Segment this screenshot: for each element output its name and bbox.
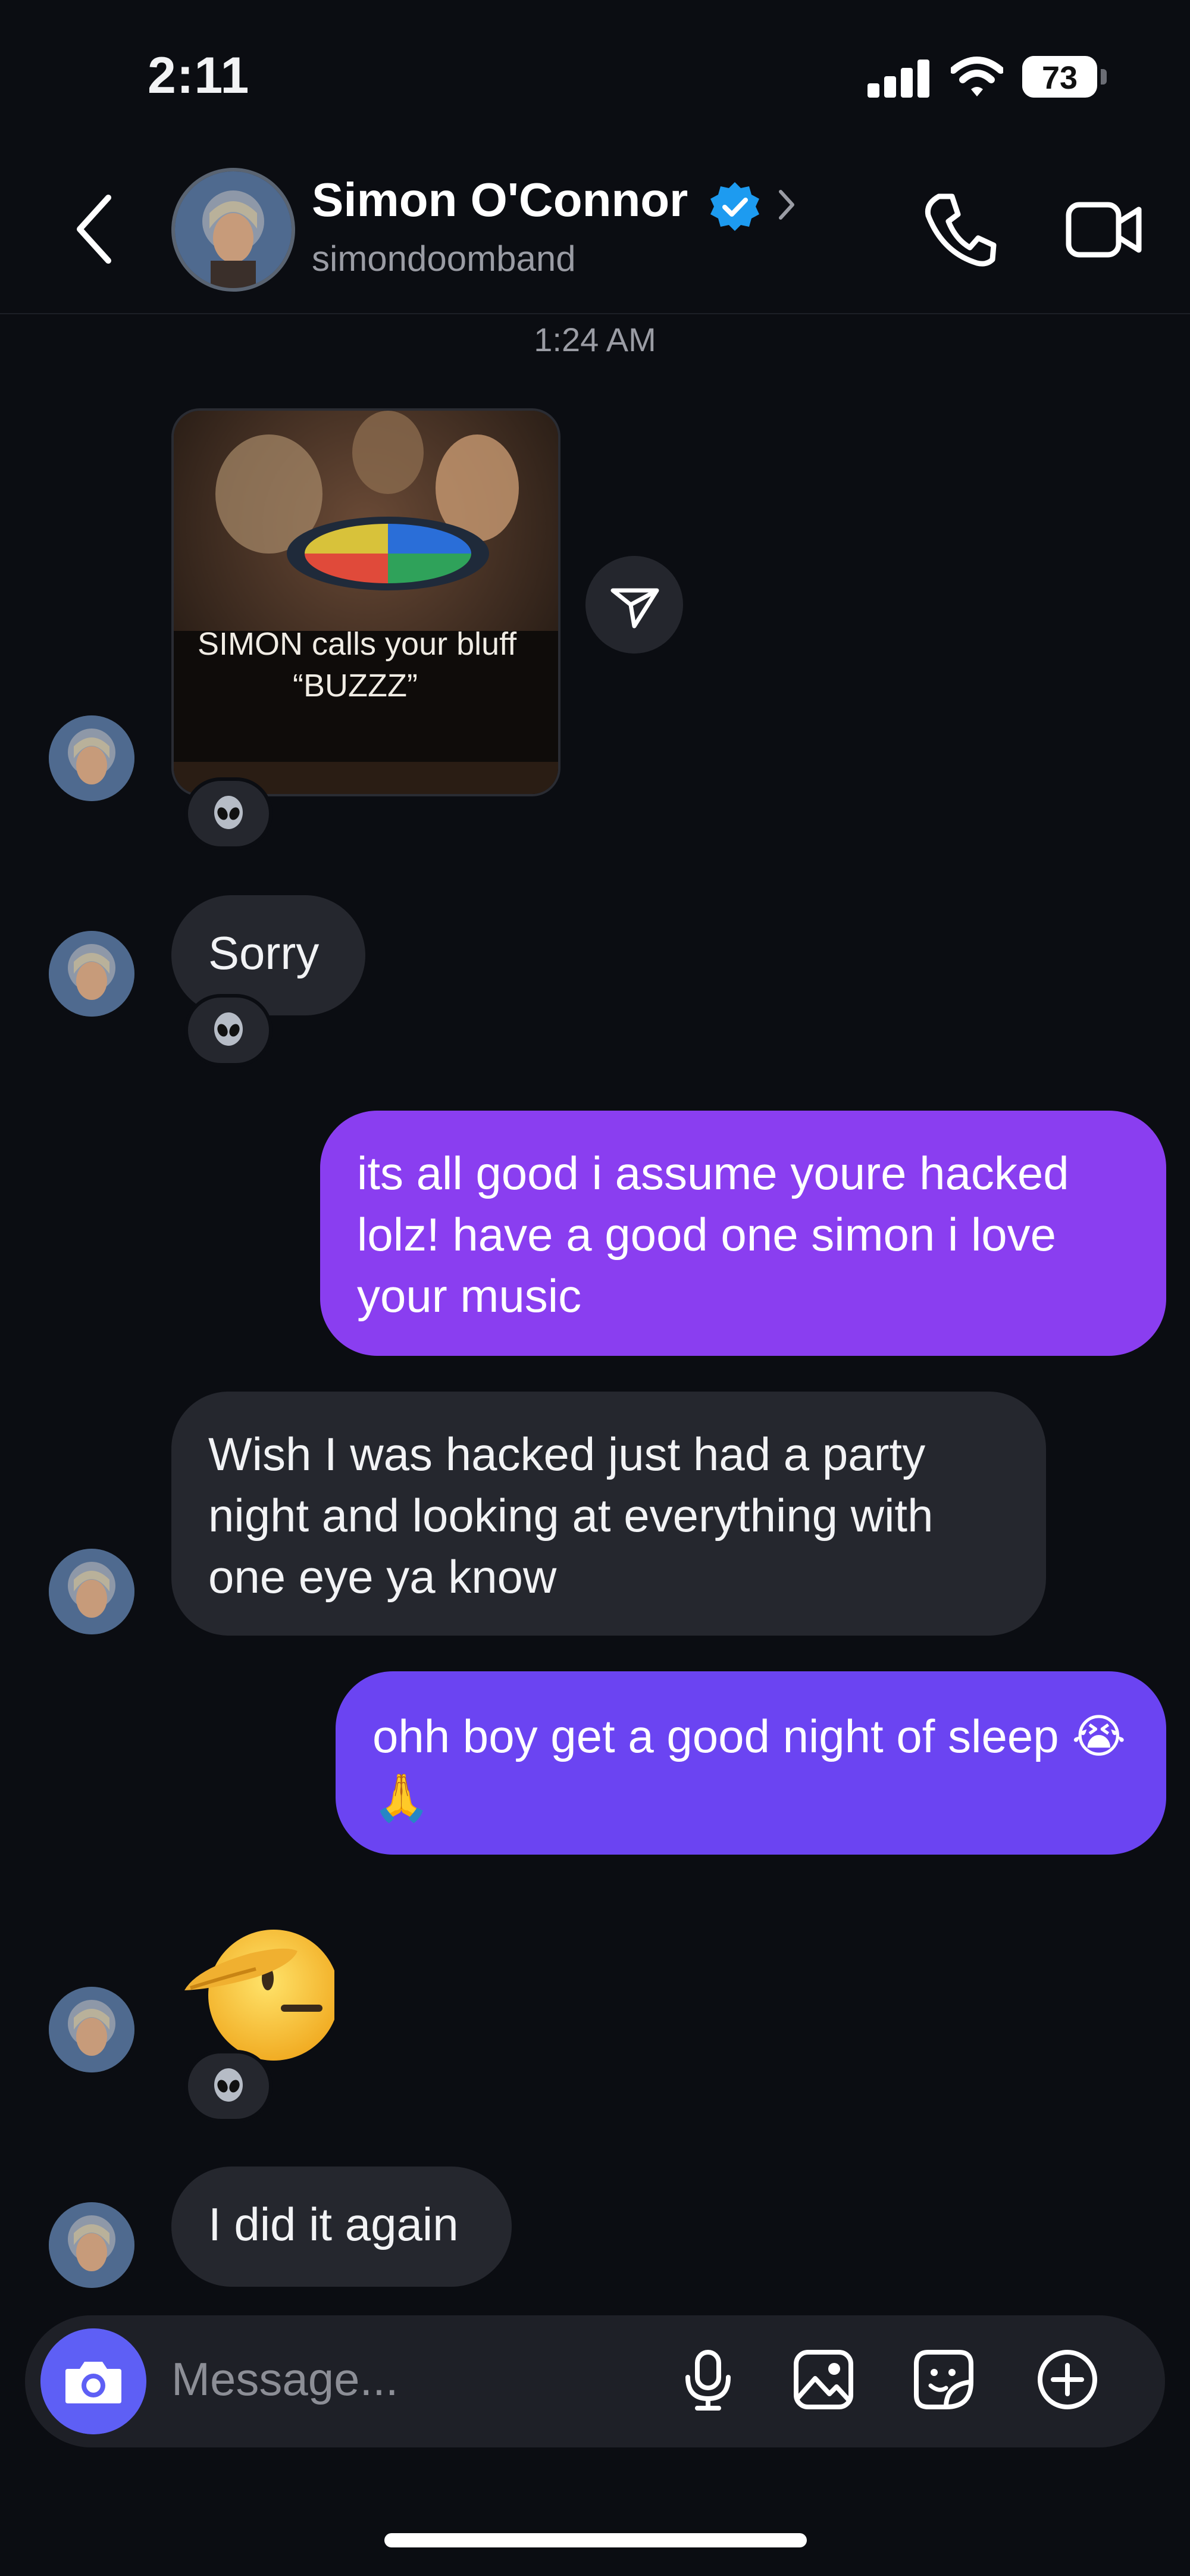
image-caption-line1: SIMON calls your bluff <box>198 626 517 662</box>
battery-percent: 73 <box>1041 60 1078 96</box>
sender-avatar[interactable] <box>49 1549 134 1634</box>
gallery-icon[interactable] <box>793 2349 854 2411</box>
conversation-timestamp: 1:24 AM <box>534 321 656 358</box>
wifi-icon <box>951 57 1003 96</box>
sender-avatar[interactable] <box>49 2202 134 2288</box>
phone-icon[interactable] <box>921 190 998 268</box>
verified-icon <box>710 182 759 231</box>
alien-icon <box>214 1012 243 1046</box>
outgoing-message[interactable]: ohh boy get a good night of sleep 😭🙏 <box>336 1671 1166 1855</box>
outgoing-message[interactable]: its all good i assume youre hacked lolz!… <box>320 1111 1166 1356</box>
microphone-icon[interactable] <box>677 2349 739 2411</box>
reaction-badge[interactable] <box>184 2050 273 2122</box>
share-message-button[interactable] <box>585 556 683 654</box>
image-caption-line2: “BUZZZ” <box>293 668 418 704</box>
home-indicator[interactable] <box>384 2533 807 2547</box>
sender-avatar[interactable] <box>49 1987 134 2072</box>
back-icon[interactable] <box>71 190 119 268</box>
cellular-signal-icon <box>868 60 931 98</box>
shared-image-message[interactable]: SIMON calls your bluff “BUZZZ” <box>171 408 560 796</box>
saluting-face-emoji[interactable] <box>178 1912 339 2065</box>
chevron-right-icon[interactable] <box>775 187 798 223</box>
sender-avatar[interactable] <box>49 931 134 1017</box>
header-divider <box>0 313 1190 314</box>
header-avatar[interactable] <box>171 168 295 292</box>
incoming-message[interactable]: Sorry <box>171 895 365 1015</box>
contact-username[interactable]: simondoomband <box>312 238 576 279</box>
contact-name[interactable]: Simon O'Connor <box>312 173 688 227</box>
sticker-icon[interactable] <box>913 2349 975 2411</box>
camera-icon[interactable] <box>40 2328 146 2434</box>
battery-icon: 73 <box>1022 56 1097 98</box>
battery-cap <box>1101 69 1107 85</box>
alien-icon <box>214 796 243 829</box>
incoming-message[interactable]: Wish I was hacked just had a party night… <box>171 1392 1046 1636</box>
reaction-badge[interactable] <box>184 777 273 850</box>
incoming-message[interactable]: I did it again <box>171 2167 512 2287</box>
plus-icon[interactable] <box>1036 2349 1098 2411</box>
sender-avatar[interactable] <box>49 715 134 801</box>
video-icon[interactable] <box>1065 194 1142 265</box>
message-input[interactable]: Message... <box>171 2352 399 2406</box>
reaction-badge[interactable] <box>184 994 273 1067</box>
alien-icon <box>214 2068 243 2102</box>
status-time: 2:11 <box>148 47 250 104</box>
